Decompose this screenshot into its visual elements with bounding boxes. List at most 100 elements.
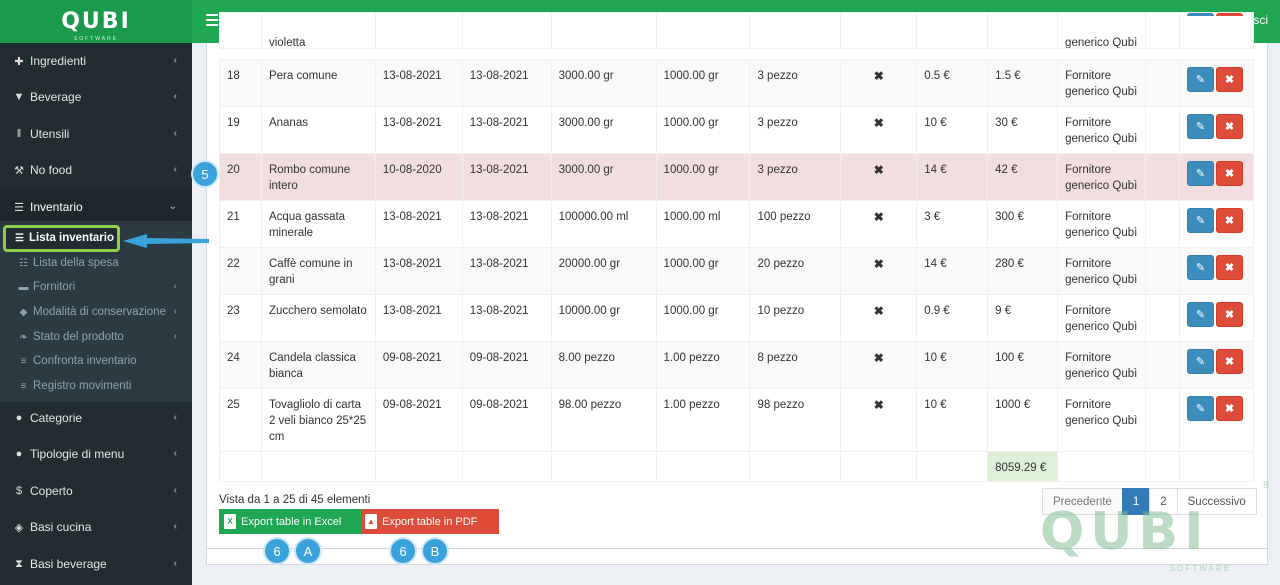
submenu-item-fornitori[interactable]: ▬ Fornitori ‹ [0,275,192,299]
sidebar-item-utensili[interactable]: ǁ Utensili ‹ [0,116,192,152]
not-flag-icon: ✖ [840,247,918,295]
sidebar-item-basi-cucina[interactable]: ◈ Basi cucina ‹ [0,509,192,545]
cell-empty [655,451,751,482]
sidebar-item-ingredienti[interactable]: ✚ Ingredienti ‹ [0,43,192,79]
sidebar-item-label: Tipologie di menu [30,447,125,461]
cell-empty [219,451,262,482]
edit-button[interactable]: ✎ [1186,349,1214,374]
export-pdf-button[interactable]: ▲ Export table in PDF [361,509,499,534]
not-flag-icon: ✖ [840,153,918,201]
edit-button[interactable]: ✎ [1186,161,1214,186]
not-flag-icon: ✖ [840,294,918,342]
cell-supplier: generico Qubì [1057,12,1146,49]
cell-date1: 09-08-2021 [374,341,463,389]
delete-button[interactable]: ✖ [1215,161,1243,186]
cell-supplier: Fornitore generico Qubì [1057,153,1147,201]
export-pdf-label: Export table in PDF [382,515,478,528]
cell-price: 0.9 € [916,294,989,342]
totals-row: 8059.29 € [219,451,1255,482]
cell-supplier: Fornitore generico Qubì [1057,341,1147,389]
sidebar-item-no-food[interactable]: ⚒ No food ‹ [0,152,192,188]
export-excel-button[interactable]: X Export table in Excel [219,509,361,534]
delete-button[interactable]: ✖ [1215,208,1243,233]
excel-file-icon: X [224,514,236,529]
edit-button[interactable]: ✎ [1186,255,1214,280]
submenu-item-lista-inventario[interactable]: ☰ Lista inventario [3,226,120,250]
sidebar-item-label: Beverage [30,90,82,104]
cell-id: 21 [219,200,262,248]
submenu-item-registro-movimenti[interactable]: ≡ Registro movimenti [0,374,192,398]
edit-button[interactable]: ✎ [1186,302,1214,327]
ingredients-icon: ✚ [14,55,24,68]
submenu-item-label: Confronta inventario [33,355,137,367]
delete-button[interactable]: ✖ [1215,349,1243,374]
logo-text: QUBI [61,9,131,34]
table-row: violetta generico Qubì [219,12,1255,49]
cell-date2: 13-08-2021 [461,153,552,201]
edit-button[interactable]: ✎ [1186,208,1214,233]
cell-empty [1145,153,1180,201]
delete-button[interactable]: ✖ [1215,396,1243,421]
sidebar-item-tipologie-menu[interactable]: ● Tipologie di menu ‹ [0,436,192,472]
cell-pieces: 98 pezzo [749,388,842,452]
chevron-left-icon: ‹ [173,164,177,175]
submenu-item-stato-prodotto[interactable]: ❧ Stato del prodotto ‹ [0,325,192,349]
cell-name: violetta [260,12,376,49]
table-row: 18 Pera comune 13-08-2021 13-08-2021 3000.00… [219,59,1255,107]
dollar-icon: $ [15,485,23,497]
cell-empty [1145,451,1180,482]
cell-date2: 09-08-2021 [461,388,552,452]
sidebar-item-label: Coperto [30,484,73,498]
menu-toggle-icon[interactable] [206,14,218,26]
annotation-badge-6a-number: 6 [263,537,291,565]
inventory-rows: 18 Pera comune 13-08-2021 13-08-2021 3000.00… [219,59,1255,482]
sidebar-item-coperto[interactable]: $ Coperto ‹ [0,473,192,509]
cell-qty: 10000.00 gr [550,294,657,342]
cell-empty [1057,451,1147,482]
cell-empty [749,451,842,482]
cell-date1: 13-08-2021 [374,294,463,342]
submenu-item-label: Stato del prodotto [33,331,124,343]
cell-price: 0.5 € [916,59,989,107]
export-excel-label: Export table in Excel [241,515,342,528]
watermark-subtitle: SOFTWARE [1170,564,1232,573]
delete-button[interactable]: ✖ [1215,114,1243,139]
cell-unit: 1000.00 gr [655,247,751,295]
edit-button[interactable]: ✎ [1186,67,1214,92]
edit-button[interactable]: ✎ [1186,396,1214,421]
table-icon: ☰ [14,201,24,214]
delete-button[interactable]: ✖ [1215,255,1243,280]
delete-button[interactable]: ✖ [1215,302,1243,327]
submenu-item-modalita-conservazione[interactable]: ◆ Modalità di conservazione ‹ [0,300,192,324]
cell-name: Zucchero semolato [260,294,376,342]
annotation-badge-5: 5 [191,160,219,188]
cell-date2: 13-08-2021 [461,294,552,342]
cutlery-icon: ǁ [16,128,22,140]
list-icon: ≡ [20,380,27,392]
sidebar-item-basi-beverage[interactable]: ⧗ Basi beverage ‹ [0,546,192,582]
sidebar-item-beverage[interactable]: ▼ Beverage ‹ [0,79,192,115]
chevron-down-icon: ⌄ [168,201,177,212]
cell-supplier: Fornitore generico Qubì [1057,106,1147,154]
chevron-left-icon: ‹ [173,521,177,532]
cell-date2: 13-08-2021 [461,200,552,248]
sidebar-item-categorie[interactable]: ● Categorie ‹ [0,400,192,436]
cell-date1: 13-08-2021 [374,106,463,154]
delete-button[interactable]: ✖ [1215,67,1243,92]
cell-id: 20 [219,153,262,201]
chevron-left-icon: ‹ [173,91,177,102]
sidebar-item-inventario[interactable]: ☰ Inventario ⌄ [0,189,192,225]
edit-button[interactable]: ✎ [1186,114,1214,139]
cell-price: 10 € [916,388,989,452]
sidebar-item-label: Inventario [30,200,83,214]
cell-empty [1145,200,1180,248]
table-row: 25 Tovagliolo di carta 2 veli bianco 25*2… [219,388,1255,452]
cell-price: 10 € [916,106,989,154]
cell-date1: 13-08-2021 [374,247,463,295]
sidebar-item-label: Utensili [30,127,70,141]
submenu-item-confronta-inventario[interactable]: ≡ Confronta inventario [0,349,192,373]
cube-icon: ◈ [14,521,24,534]
cell-pieces: 3 pezzo [749,106,842,154]
submenu-item-lista-della-spesa[interactable]: ☷ Lista della spesa [0,251,192,275]
cell-total: 1000 € [987,388,1059,452]
